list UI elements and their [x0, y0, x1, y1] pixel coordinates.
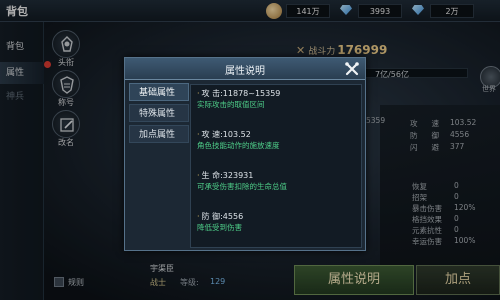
bullet-icon: · [197, 212, 200, 221]
tab-basic-attributes[interactable]: 基础属性 [129, 83, 189, 101]
attr-entry-title: · 攻 击:11878~15359 [197, 89, 281, 98]
modal-title: 属性说明 [225, 66, 265, 77]
attr-entry-desc: 角色技能动作的施放速度 [197, 141, 280, 150]
bullet-icon: · [197, 89, 200, 98]
attr-entry-title: · 攻 速:103.52 [197, 130, 251, 139]
attr-entry-desc: 可承受伤害扣除的生命总值 [197, 182, 287, 191]
attribute-info-modal: 属性说明 基础属性 特殊属性 加点属性 · 攻 击:11878~15359 实际攻… [124, 57, 366, 251]
attr-entry-title: · 防 御:4556 [197, 212, 244, 221]
bullet-icon: · [197, 130, 200, 139]
modal-content: · 攻 击:11878~15359 实际攻击的取值区间 · 攻 速:103.52 角… [190, 84, 362, 248]
close-icon[interactable] [343, 60, 361, 78]
tab-special-attributes[interactable]: 特殊属性 [129, 104, 189, 122]
modal-header: 属性说明 [125, 58, 365, 80]
attr-entry-desc: 降低受到伤害 [197, 223, 242, 232]
attr-entry-desc: 实际攻击的取值区间 [197, 100, 265, 109]
attr-entry-title: · 生 命:323931 [197, 171, 254, 180]
bullet-icon: · [197, 171, 200, 180]
tab-point-attributes[interactable]: 加点属性 [129, 125, 189, 143]
